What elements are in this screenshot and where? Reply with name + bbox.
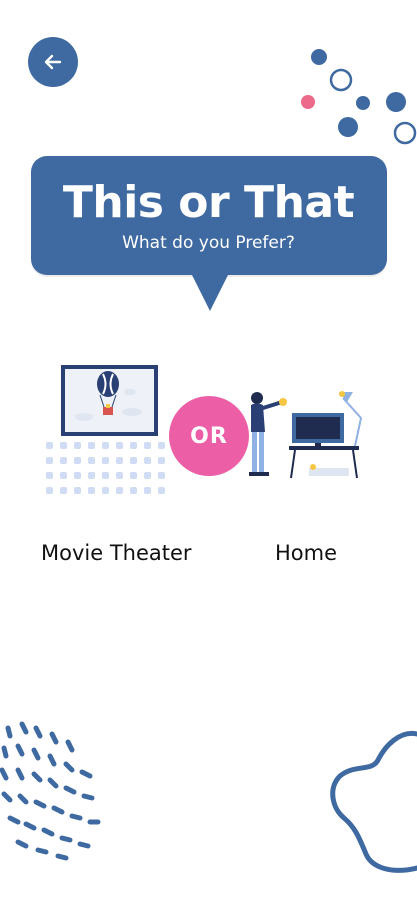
option-home[interactable]: Home bbox=[275, 541, 337, 565]
back-button[interactable] bbox=[28, 37, 78, 87]
movie-theater-illustration[interactable] bbox=[40, 362, 182, 504]
page-subtitle: What do you Prefer? bbox=[122, 233, 295, 253]
decorative-dashes bbox=[0, 721, 101, 861]
home-illustration[interactable] bbox=[243, 388, 373, 483]
or-badge: OR bbox=[169, 396, 249, 476]
decorative-blob bbox=[330, 730, 417, 873]
decorative-dots bbox=[301, 49, 417, 145]
page-title: This or That bbox=[62, 177, 355, 228]
arrow-left-icon bbox=[44, 54, 62, 70]
option-movie-theater[interactable]: Movie Theater bbox=[41, 541, 192, 565]
speech-bubble-tail bbox=[191, 273, 229, 311]
